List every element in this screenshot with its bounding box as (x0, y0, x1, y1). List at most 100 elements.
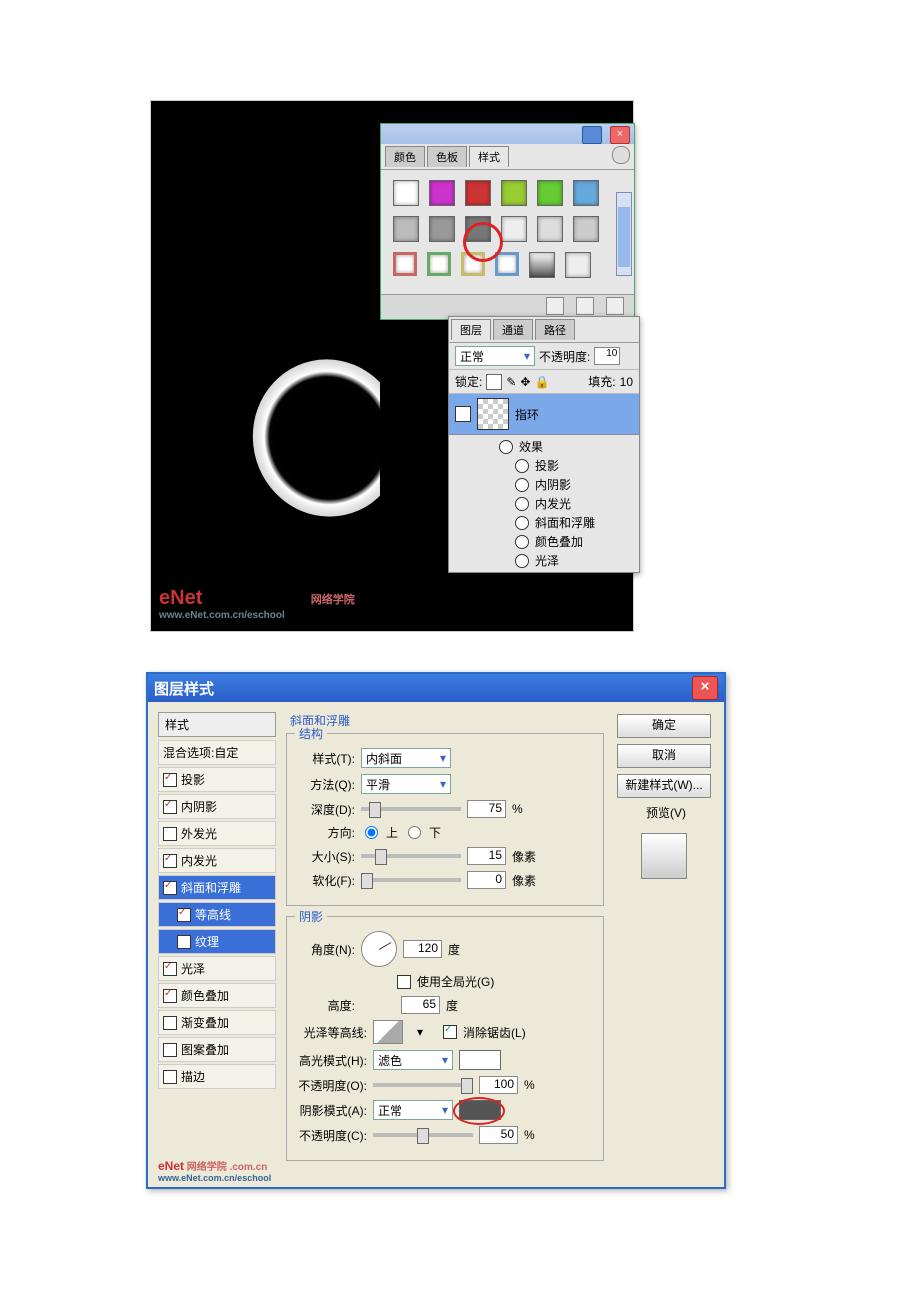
depth-slider[interactable] (361, 807, 461, 811)
lock-paint-icon[interactable]: ✎ (506, 375, 516, 389)
depth-input[interactable]: 75 (467, 800, 506, 818)
new-style-icon[interactable] (576, 297, 594, 315)
fx-item[interactable]: 内阴影 (535, 476, 571, 493)
size-input[interactable]: 15 (467, 847, 506, 865)
scrollbar-vertical[interactable] (616, 192, 632, 276)
minimize-icon[interactable] (582, 126, 602, 144)
antialias-checkbox[interactable] (443, 1025, 457, 1039)
visibility-icon[interactable] (515, 497, 529, 511)
lock-transparency-icon[interactable] (486, 374, 502, 390)
style-swatch[interactable] (537, 180, 563, 206)
checkbox-icon[interactable] (163, 773, 177, 787)
layer-row[interactable]: 指环 (449, 394, 639, 435)
style-item-inner-shadow[interactable]: 内阴影 (158, 794, 276, 819)
visibility-icon[interactable] (515, 535, 529, 549)
close-icon[interactable]: × (692, 676, 718, 700)
style-swatch[interactable] (465, 216, 491, 242)
shadow-color-swatch[interactable] (459, 1100, 501, 1120)
visibility-icon[interactable] (515, 459, 529, 473)
checkbox-icon[interactable] (163, 1070, 177, 1084)
style-item-color-overlay[interactable]: 颜色叠加 (158, 983, 276, 1008)
lock-move-icon[interactable]: ✥ (520, 375, 530, 389)
angle-control[interactable] (361, 931, 397, 967)
style-swatch[interactable] (429, 216, 455, 242)
tab-styles[interactable]: 样式 (469, 146, 509, 167)
angle-input[interactable]: 120 (403, 940, 442, 958)
checkbox-icon[interactable] (163, 989, 177, 1003)
style-swatch[interactable] (501, 180, 527, 206)
style-item-drop-shadow[interactable]: 投影 (158, 767, 276, 792)
global-light-checkbox[interactable] (397, 975, 411, 989)
clear-style-icon[interactable] (546, 297, 564, 315)
fx-item[interactable]: 斜面和浮雕 (535, 514, 595, 531)
style-item-satin[interactable]: 光泽 (158, 956, 276, 981)
style-swatch[interactable] (465, 180, 491, 206)
style-item-gradient-overlay[interactable]: 渐变叠加 (158, 1010, 276, 1035)
layer-name[interactable]: 指环 (515, 406, 539, 423)
checkbox-icon[interactable] (163, 827, 177, 841)
style-swatch[interactable] (573, 216, 599, 242)
tab-swatches[interactable]: 色板 (427, 146, 467, 167)
checkbox-icon[interactable] (163, 1043, 177, 1057)
contour-picker[interactable] (373, 1020, 403, 1044)
fx-item[interactable]: 颜色叠加 (535, 533, 583, 550)
soften-slider[interactable] (361, 878, 461, 882)
altitude-input[interactable]: 65 (401, 996, 440, 1014)
checkbox-icon[interactable] (177, 908, 191, 922)
visibility-icon[interactable] (499, 440, 513, 454)
dialog-titlebar[interactable]: 图层样式 × (148, 674, 724, 702)
fx-item[interactable]: 光泽 (535, 552, 559, 569)
direction-up-radio[interactable] (365, 826, 378, 839)
blending-options-item[interactable]: 混合选项:自定 (158, 740, 276, 765)
style-swatch[interactable] (393, 180, 419, 206)
highlight-opacity-slider[interactable] (373, 1083, 473, 1087)
fill-value[interactable]: 10 (620, 375, 633, 389)
flyout-menu-icon[interactable] (612, 146, 630, 164)
highlight-opacity-input[interactable]: 100 (479, 1076, 518, 1094)
tab-channels[interactable]: 通道 (493, 319, 533, 340)
fx-item[interactable]: 内发光 (535, 495, 571, 512)
checkbox-icon[interactable] (163, 800, 177, 814)
direction-down-radio[interactable] (408, 826, 421, 839)
style-swatch[interactable] (537, 216, 563, 242)
opacity-value[interactable]: 10 (594, 347, 620, 365)
visibility-icon[interactable] (455, 406, 471, 422)
layer-thumbnail[interactable] (477, 398, 509, 430)
style-item-bevel-emboss[interactable]: 斜面和浮雕 (158, 875, 276, 900)
soften-input[interactable]: 0 (467, 871, 506, 889)
style-swatch[interactable] (429, 180, 455, 206)
contour-arrow-icon[interactable]: ▾ (417, 1025, 423, 1039)
tab-layers[interactable]: 图层 (451, 319, 491, 340)
cancel-button[interactable]: 取消 (617, 744, 711, 768)
style-swatch[interactable] (573, 180, 599, 206)
style-swatch[interactable] (461, 252, 485, 276)
checkbox-icon[interactable] (163, 854, 177, 868)
panel-titlebar[interactable]: × (381, 124, 634, 144)
visibility-icon[interactable] (515, 554, 529, 568)
fx-item[interactable]: 投影 (535, 457, 559, 474)
style-item-texture[interactable]: 纹理 (158, 929, 276, 954)
style-swatch[interactable] (427, 252, 451, 276)
shadow-opacity-slider[interactable] (373, 1133, 473, 1137)
shadow-mode-dropdown[interactable]: 正常▾ (373, 1100, 453, 1120)
style-item-inner-glow[interactable]: 内发光 (158, 848, 276, 873)
tab-color[interactable]: 颜色 (385, 146, 425, 167)
tab-paths[interactable]: 路径 (535, 319, 575, 340)
style-dropdown[interactable]: 内斜面▾ (361, 748, 451, 768)
checkbox-icon[interactable] (163, 1016, 177, 1030)
lock-all-icon[interactable]: 🔒 (534, 375, 549, 389)
visibility-icon[interactable] (515, 516, 529, 530)
style-item-contour[interactable]: 等高线 (158, 902, 276, 927)
ok-button[interactable]: 确定 (617, 714, 711, 738)
checkbox-icon[interactable] (163, 962, 177, 976)
highlight-color-swatch[interactable] (459, 1050, 501, 1070)
technique-dropdown[interactable]: 平滑▾ (361, 774, 451, 794)
style-swatch[interactable] (501, 216, 527, 242)
checkbox-icon[interactable] (163, 881, 177, 895)
blend-mode-dropdown[interactable]: 正常▾ (455, 346, 535, 366)
style-swatch[interactable] (393, 252, 417, 276)
style-swatch[interactable] (565, 252, 591, 278)
style-swatch[interactable] (393, 216, 419, 242)
style-item-stroke[interactable]: 描边 (158, 1064, 276, 1089)
visibility-icon[interactable] (515, 478, 529, 492)
